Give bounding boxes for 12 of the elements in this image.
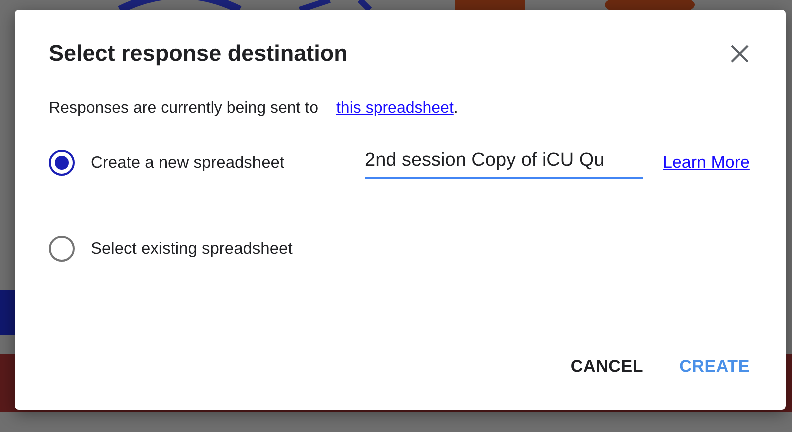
period-text: . bbox=[454, 100, 458, 117]
side-panel bbox=[0, 290, 15, 335]
intro-text: Responses are currently being sent to bbox=[49, 100, 318, 117]
option-label[interactable]: Create a new spreadsheet bbox=[91, 150, 365, 176]
radio-button[interactable] bbox=[49, 150, 75, 176]
cancel-button[interactable]: CANCEL bbox=[564, 350, 650, 384]
learn-more-link[interactable]: Learn More bbox=[663, 150, 750, 176]
radio-button[interactable] bbox=[49, 236, 75, 262]
spreadsheet-link[interactable]: this spreadsheet bbox=[336, 100, 454, 117]
spreadsheet-name-field[interactable]: 2nd session Copy of iCU Qu bbox=[365, 146, 643, 180]
option-label[interactable]: Select existing spreadsheet bbox=[91, 236, 365, 262]
dialog-title: Select response destination bbox=[49, 40, 348, 67]
